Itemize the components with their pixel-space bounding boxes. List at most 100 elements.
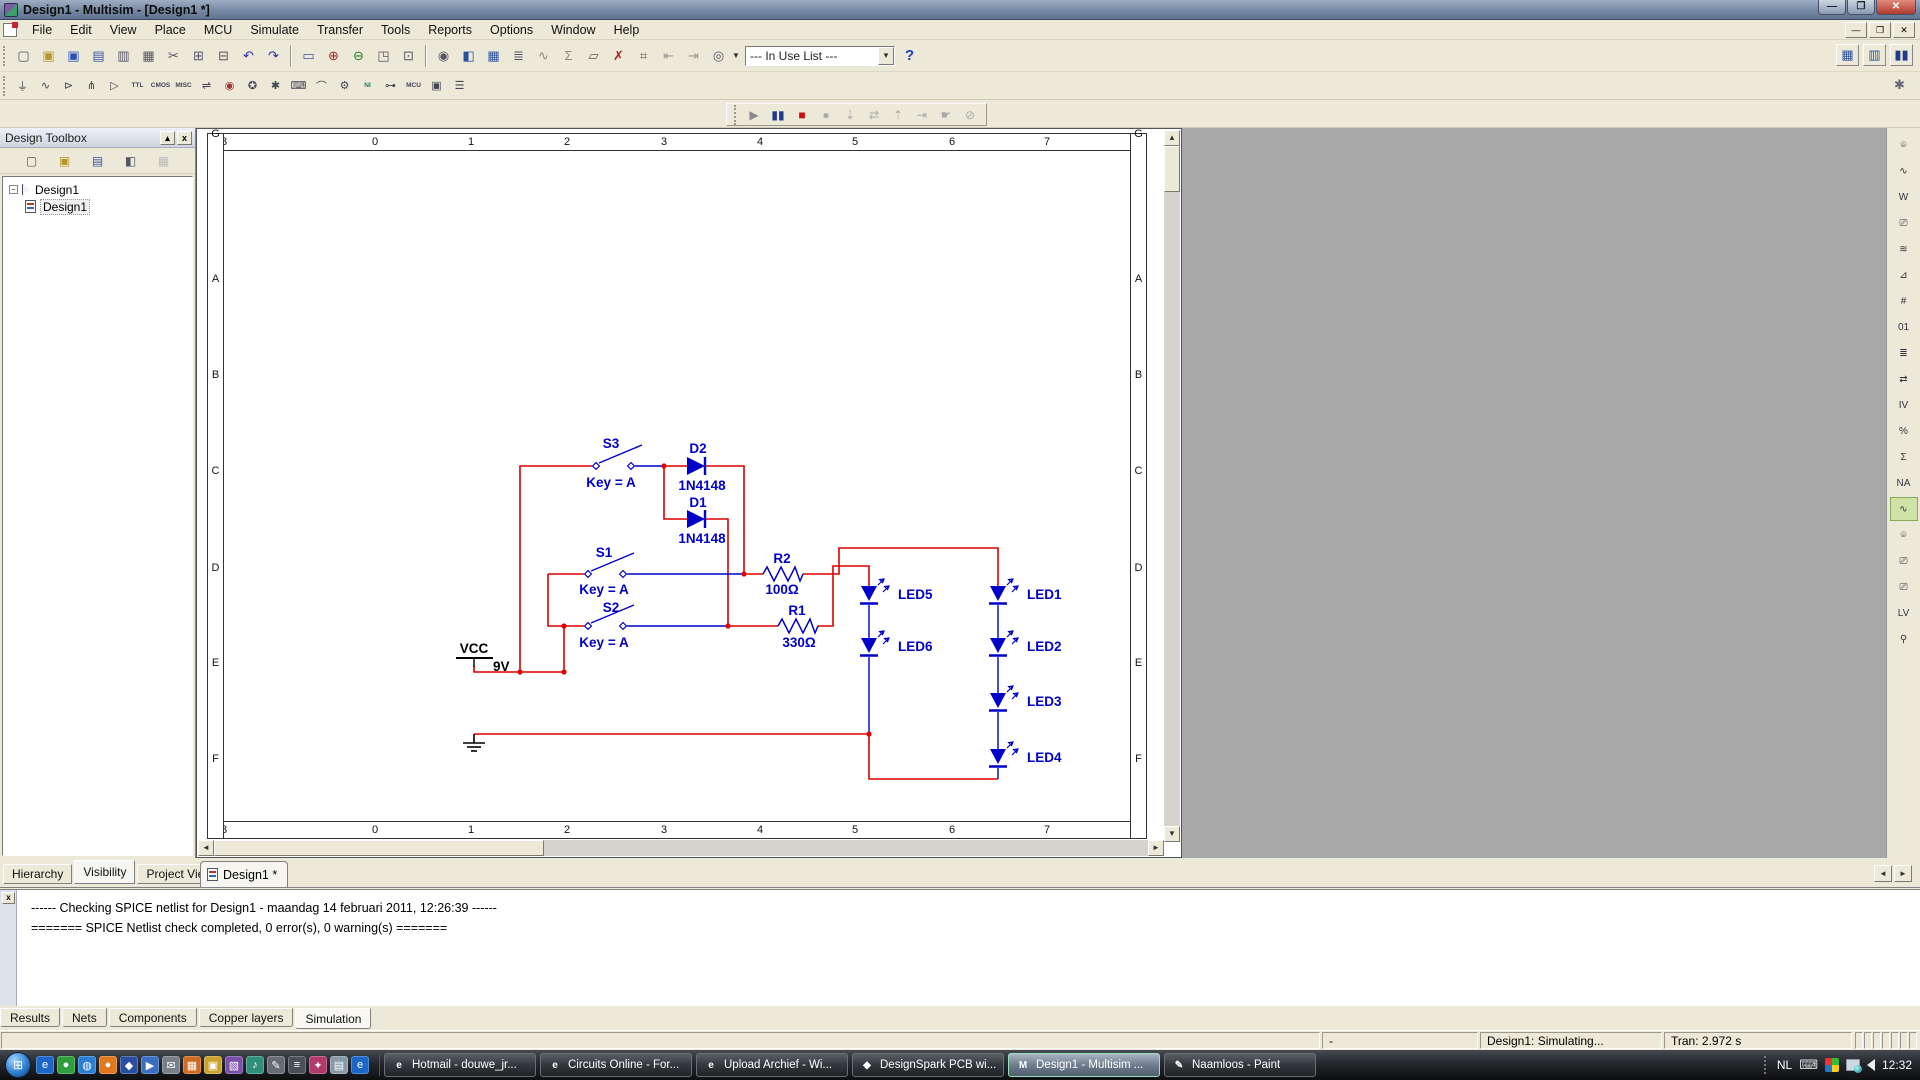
current-probe-icon[interactable]: ⚲ [1890, 627, 1918, 651]
led4-symbol[interactable] [989, 742, 1018, 767]
place-analog-icon[interactable]: ▷ [104, 75, 125, 97]
place-ni-component-icon[interactable]: NI [357, 75, 378, 97]
s1-ref-label[interactable]: S1 [596, 545, 613, 560]
postprocessor-icon[interactable]: Σ [557, 45, 580, 67]
place-basic-icon[interactable]: ∿ [35, 75, 56, 97]
find-icon[interactable]: ◎ [707, 45, 730, 67]
s2-value-label[interactable]: Key = A [579, 635, 629, 650]
ie2-quicklaunch-icon[interactable]: e [351, 1056, 369, 1074]
distortion-analyzer-icon[interactable]: % [1890, 419, 1918, 443]
place-power-icon[interactable]: ✪ [242, 75, 263, 97]
tray-app-icon[interactable] [1825, 1058, 1839, 1072]
s2-ref-label[interactable]: S2 [603, 600, 620, 615]
place-connector-icon[interactable]: ⊶ [380, 75, 401, 97]
panel-pin-button[interactable]: ▴ [160, 131, 175, 145]
taskbar-button[interactable]: e Hotmail - douwe_jr... [384, 1053, 536, 1077]
taskbar-button[interactable]: e Circuits Online - For... [540, 1053, 692, 1077]
scroll-left-button[interactable]: ◄ [198, 840, 214, 856]
s1-value-label[interactable]: Key = A [579, 582, 629, 597]
bode-plotter-icon[interactable]: ⊿ [1890, 263, 1918, 287]
browser-quicklaunch-icon[interactable]: ◍ [78, 1056, 96, 1074]
panel-tab[interactable]: Hierarchy [3, 864, 72, 884]
oscilloscope-icon[interactable]: ⎚ [1890, 211, 1918, 235]
r1-ref-label[interactable]: R1 [788, 603, 806, 618]
place-ttl-icon[interactable]: TTL [127, 75, 148, 97]
spreadsheet-tab[interactable]: Components [109, 1008, 197, 1027]
capture-area-icon[interactable]: ⌗ [632, 45, 655, 67]
pause-icon[interactable]: ▮▮ [766, 105, 790, 124]
volume-icon[interactable] [1867, 1059, 1875, 1071]
led1-label[interactable]: LED1 [1027, 587, 1062, 602]
graphs-icon[interactable]: ∿ [532, 45, 555, 67]
close-button[interactable]: ✕ [1876, 0, 1916, 15]
probe-icon[interactable]: ◉ [432, 45, 455, 67]
menu-item[interactable]: Place [146, 21, 195, 39]
mail-quicklaunch-icon[interactable]: ✉ [162, 1056, 180, 1074]
music-quicklaunch-icon[interactable]: ♪ [246, 1056, 264, 1074]
place-misc-digital-icon[interactable]: MISC [173, 75, 194, 97]
zoom-area-icon[interactable]: ◳ [372, 45, 395, 67]
toggle-breadboard-icon[interactable]: ▦ [1836, 44, 1859, 66]
vcc-value-label[interactable]: 9V [493, 659, 510, 674]
design-toolbox-header[interactable]: Design Toolbox ▴ x [0, 128, 195, 148]
in-use-list-combo[interactable]: --- In Use List --- ▼ [745, 46, 895, 66]
agilent-multimeter-icon[interactable]: ⌾ [1890, 523, 1918, 547]
keyboard-icon[interactable]: ⌨ [1799, 1057, 1818, 1073]
instruments-dropdown-arrow[interactable]: ▼ [731, 51, 741, 60]
r2-ref-label[interactable]: R2 [773, 551, 790, 566]
in-use-parts-icon[interactable]: ✱ [1888, 74, 1911, 96]
toggle-grid-icon[interactable]: ▥ [1863, 44, 1886, 66]
place-cmos-icon[interactable]: CMOS [150, 75, 171, 97]
vertical-scrollbar[interactable]: ▲ ▼ [1164, 130, 1180, 842]
place-advanced-peripherals-icon[interactable]: ⌨ [288, 75, 309, 97]
led4-label[interactable]: LED4 [1027, 750, 1062, 765]
simulation-log[interactable]: ------ Checking SPICE netlist for Design… [17, 890, 1920, 1006]
place-mcu-icon[interactable]: MCU [403, 75, 424, 97]
diode-d2[interactable] [687, 457, 705, 475]
led2-symbol[interactable] [989, 631, 1018, 656]
spectrum-analyzer-icon[interactable]: Σ [1890, 445, 1918, 469]
labview-instrument-icon[interactable]: LV [1890, 601, 1918, 625]
office-quicklaunch-icon[interactable]: ▦ [183, 1056, 201, 1074]
s3-ref-label[interactable]: S3 [603, 436, 620, 451]
menu-item[interactable]: Reports [419, 21, 481, 39]
language-indicator[interactable]: NL [1777, 1058, 1792, 1072]
multimeter-icon[interactable]: ⌾ [1890, 133, 1918, 157]
run-to-cursor-icon[interactable]: ⇥ [910, 105, 934, 124]
circuit-canvas[interactable]: S3 Key = A S1 Key = A S2 Key = A D2 1N41… [224, 150, 1130, 822]
paint-quicklaunch-icon[interactable]: ✦ [309, 1056, 327, 1074]
logic-analyzer-icon[interactable]: ≣ [1890, 341, 1918, 365]
folder-quicklaunch-icon[interactable]: ▣ [204, 1056, 222, 1074]
maximize-button[interactable]: ❐ [1847, 0, 1875, 15]
agilent-fgen-icon[interactable]: ∿ [1890, 497, 1918, 521]
ie-quicklaunch-icon[interactable]: e [36, 1056, 54, 1074]
led5-symbol[interactable] [860, 579, 889, 604]
clock[interactable]: 12:32 [1882, 1058, 1912, 1072]
mdi-minimize-button[interactable]: — [1845, 22, 1867, 38]
minimize-button[interactable]: — [1818, 0, 1846, 15]
taskbar-button[interactable]: ◆ DesignSpark PCB wi... [852, 1053, 1004, 1077]
word-generator-icon[interactable]: 01 [1890, 315, 1918, 339]
mdi-close-button[interactable]: ✕ [1893, 22, 1915, 38]
frequency-counter-icon[interactable]: # [1890, 289, 1918, 313]
pause-simulation-icon[interactable]: ▮▮ [1890, 44, 1913, 66]
scroll-right-button[interactable]: ► [1148, 840, 1164, 856]
agilent-scope-icon[interactable]: ⎚ [1890, 549, 1918, 573]
menu-item[interactable]: Tools [372, 21, 419, 39]
logic-converter-icon[interactable]: ⇄ [1890, 367, 1918, 391]
resistor-r2[interactable] [763, 567, 803, 581]
open-design-icon[interactable]: ▣ [53, 150, 76, 172]
notepad-quicklaunch-icon[interactable]: ▤ [330, 1056, 348, 1074]
toolbar-grip[interactable] [734, 105, 739, 125]
spreadsheet-view-icon[interactable]: ▦ [482, 45, 505, 67]
tab-scroll-left-button[interactable]: ◄ [1874, 865, 1892, 882]
run-icon[interactable]: ▶ [742, 105, 766, 124]
spreadsheet-tab[interactable]: Simulation [295, 1008, 371, 1029]
spreadsheet-tab[interactable]: Nets [62, 1008, 107, 1027]
hscroll-thumb[interactable] [214, 840, 544, 856]
taskbar-button[interactable]: e Upload Archief - Wi... [696, 1053, 848, 1077]
open-samples-icon[interactable]: ▣ [62, 45, 85, 67]
wires-red[interactable] [474, 466, 998, 779]
menu-item[interactable]: File [23, 21, 61, 39]
ground-symbol[interactable] [463, 734, 485, 751]
